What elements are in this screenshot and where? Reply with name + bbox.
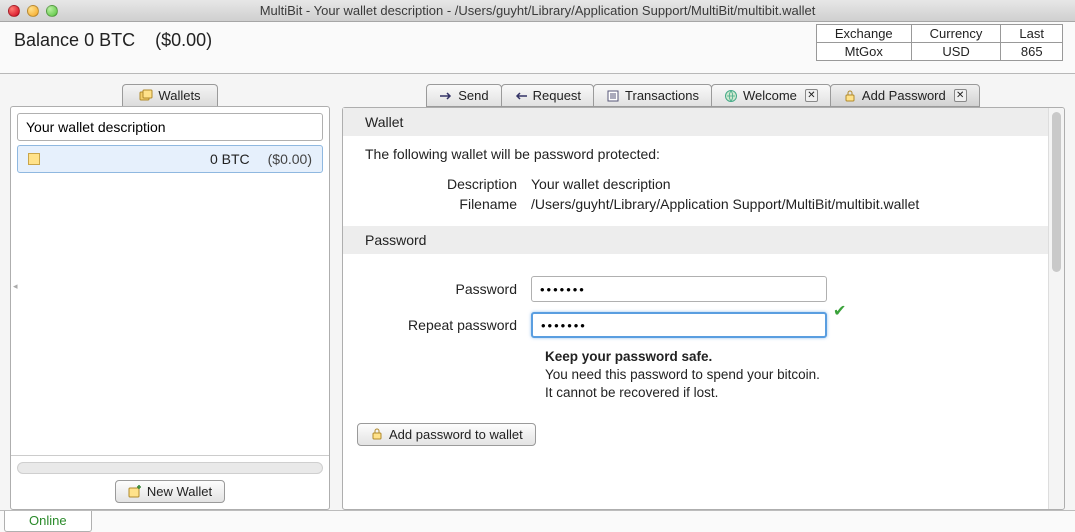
tab-welcome-label: Welcome <box>743 88 797 103</box>
scrollbar-thumb[interactable] <box>1052 112 1061 272</box>
new-wallet-label: New Wallet <box>147 484 212 499</box>
tab-transactions-label: Transactions <box>625 88 699 103</box>
lock-add-icon <box>843 89 857 103</box>
statusbar: Online <box>0 510 1075 532</box>
exchange-cell-exchange: MtGox <box>816 43 911 61</box>
exchange-cell-currency: USD <box>911 43 1001 61</box>
connection-status: Online <box>4 511 92 532</box>
sidebar: Wallets 0 BTC ($0.00) ◂ New Walle <box>10 84 330 510</box>
transactions-icon <box>606 89 620 103</box>
wallets-tab-label: Wallets <box>158 88 200 103</box>
password-input[interactable] <box>531 276 827 302</box>
tab-request[interactable]: Request <box>501 84 594 107</box>
wallet-item-btc: 0 BTC <box>210 151 250 167</box>
sidebar-scrollbar[interactable] <box>17 462 323 474</box>
exchange-cell-last: 865 <box>1001 43 1063 61</box>
add-password-label: Add password to wallet <box>389 427 523 442</box>
exchange-header-last: Last <box>1001 25 1063 43</box>
balance-display: Balance 0 BTC ($0.00) <box>14 30 212 51</box>
wallet-description-input[interactable] <box>17 113 323 141</box>
tab-welcome[interactable]: Welcome ✕ <box>711 84 831 107</box>
wallet-swatch-icon <box>28 153 40 165</box>
tab-send[interactable]: Send <box>426 84 501 107</box>
safe-line-1: You need this password to spend your bit… <box>545 366 1026 384</box>
wallets-tab[interactable]: Wallets <box>122 84 217 106</box>
password-match-check-icon: ✔ <box>833 301 846 321</box>
filename-label: Filename <box>365 196 531 212</box>
password-label: Password <box>365 281 531 297</box>
exchange-header-exchange: Exchange <box>816 25 911 43</box>
filename-value: /Users/guyht/Library/Application Support… <box>531 196 1026 212</box>
description-label: Description <box>365 176 531 192</box>
send-icon <box>439 89 453 103</box>
description-value: Your wallet description <box>531 176 1026 192</box>
new-wallet-button[interactable]: New Wallet <box>115 480 225 503</box>
welcome-icon <box>724 89 738 103</box>
repeat-password-label: Repeat password <box>365 317 531 333</box>
tabbar: Send Request Transactions Welcome ✕ Add … <box>342 84 1065 107</box>
window-titlebar: MultiBit - Your wallet description - /Us… <box>0 0 1075 22</box>
exchange-header-currency: Currency <box>911 25 1001 43</box>
wallet-item-fiat: ($0.00) <box>268 151 312 167</box>
content-scrollbar[interactable] <box>1048 108 1064 509</box>
wallet-section-header: Wallet <box>343 108 1048 136</box>
repeat-password-input[interactable] <box>531 312 827 338</box>
password-safety-notice: Keep your password safe. You need this p… <box>545 348 1026 403</box>
tab-add-password[interactable]: Add Password ✕ <box>830 84 980 107</box>
exchange-table: Exchange Currency Last MtGox USD 865 <box>816 24 1063 61</box>
tab-request-label: Request <box>533 88 581 103</box>
balance-label: Balance <box>14 30 79 50</box>
tab-send-label: Send <box>458 88 488 103</box>
add-password-button[interactable]: Add password to wallet <box>357 423 536 446</box>
safe-line-2: It cannot be recovered if lost. <box>545 384 1026 402</box>
safe-bold: Keep your password safe. <box>545 348 1026 366</box>
tab-add-password-label: Add Password <box>862 88 946 103</box>
resize-grip-icon[interactable]: ◂ <box>13 281 18 292</box>
wallet-list-item[interactable]: 0 BTC ($0.00) <box>17 145 323 173</box>
balance-amount: 0 BTC <box>84 30 135 50</box>
new-wallet-icon <box>128 485 142 499</box>
balance-fiat: ($0.00) <box>155 30 212 50</box>
lock-icon <box>370 427 384 441</box>
top-row: Balance 0 BTC ($0.00) Exchange Currency … <box>0 22 1075 74</box>
wallets-icon <box>139 89 153 103</box>
tab-welcome-close-icon[interactable]: ✕ <box>805 89 818 102</box>
intro-text: The following wallet will be password pr… <box>365 146 1026 162</box>
window-title: MultiBit - Your wallet description - /Us… <box>0 3 1075 18</box>
password-section-header: Password <box>343 226 1048 254</box>
main-panel: Send Request Transactions Welcome ✕ Add … <box>342 84 1065 510</box>
tab-transactions[interactable]: Transactions <box>593 84 712 107</box>
request-icon <box>514 89 528 103</box>
tab-add-password-close-icon[interactable]: ✕ <box>954 89 967 102</box>
